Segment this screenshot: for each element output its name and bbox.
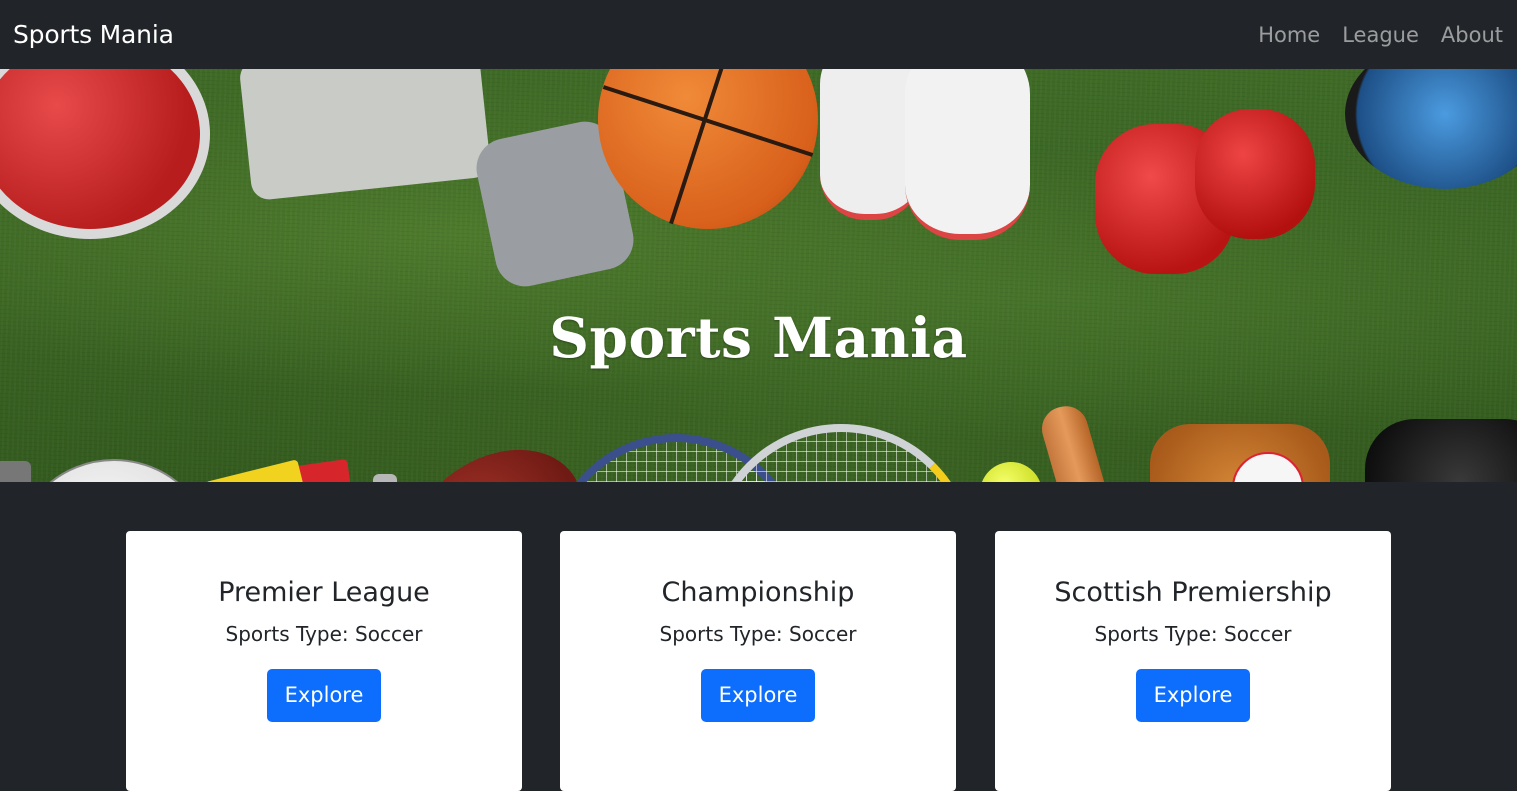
football-helmet-icon bbox=[0, 69, 210, 239]
league-card-title: Premier League bbox=[218, 577, 430, 608]
baseball-bat-icon bbox=[1036, 401, 1130, 482]
boxing-glove-icon bbox=[1195, 109, 1315, 239]
football-boots-icon bbox=[1365, 419, 1517, 482]
explore-button[interactable]: Explore bbox=[266, 669, 382, 722]
league-card-sport-type: Sports Type: Soccer bbox=[225, 622, 423, 646]
navbar: Sports Mania Home League About bbox=[0, 0, 1517, 69]
league-card: Premier League Sports Type: Soccer Explo… bbox=[126, 531, 522, 791]
tennis-racket-icon bbox=[708, 424, 974, 482]
dumbbell-icon bbox=[0, 461, 31, 482]
american-football-icon bbox=[377, 417, 613, 482]
explore-button[interactable]: Explore bbox=[700, 669, 816, 722]
hero-title: Sports Mania bbox=[549, 305, 968, 370]
hero-banner: Sports Mania bbox=[0, 69, 1517, 482]
basketball-icon bbox=[598, 69, 818, 229]
nav-link-home[interactable]: Home bbox=[1258, 23, 1320, 47]
league-card-title: Championship bbox=[661, 577, 855, 608]
tennis-ball-icon bbox=[980, 462, 1042, 482]
nav-link-about[interactable]: About bbox=[1441, 23, 1503, 47]
sneaker-icon bbox=[905, 69, 1030, 240]
nav-link-league[interactable]: League bbox=[1342, 23, 1419, 47]
nav-links: Home League About bbox=[1258, 23, 1503, 47]
whistle-icon bbox=[373, 474, 397, 482]
league-card-title: Scottish Premiership bbox=[1054, 577, 1332, 608]
bike-helmet-icon bbox=[1345, 69, 1517, 189]
shin-pad-icon bbox=[238, 69, 492, 202]
soccer-ball-icon bbox=[12, 459, 216, 482]
league-card: Scottish Premiership Sports Type: Soccer… bbox=[995, 531, 1391, 791]
league-card-sport-type: Sports Type: Soccer bbox=[659, 622, 857, 646]
explore-button[interactable]: Explore bbox=[1135, 669, 1251, 722]
league-card-sport-type: Sports Type: Soccer bbox=[1094, 622, 1292, 646]
league-card: Championship Sports Type: Soccer Explore bbox=[560, 531, 956, 791]
navbar-brand[interactable]: Sports Mania bbox=[13, 20, 174, 49]
